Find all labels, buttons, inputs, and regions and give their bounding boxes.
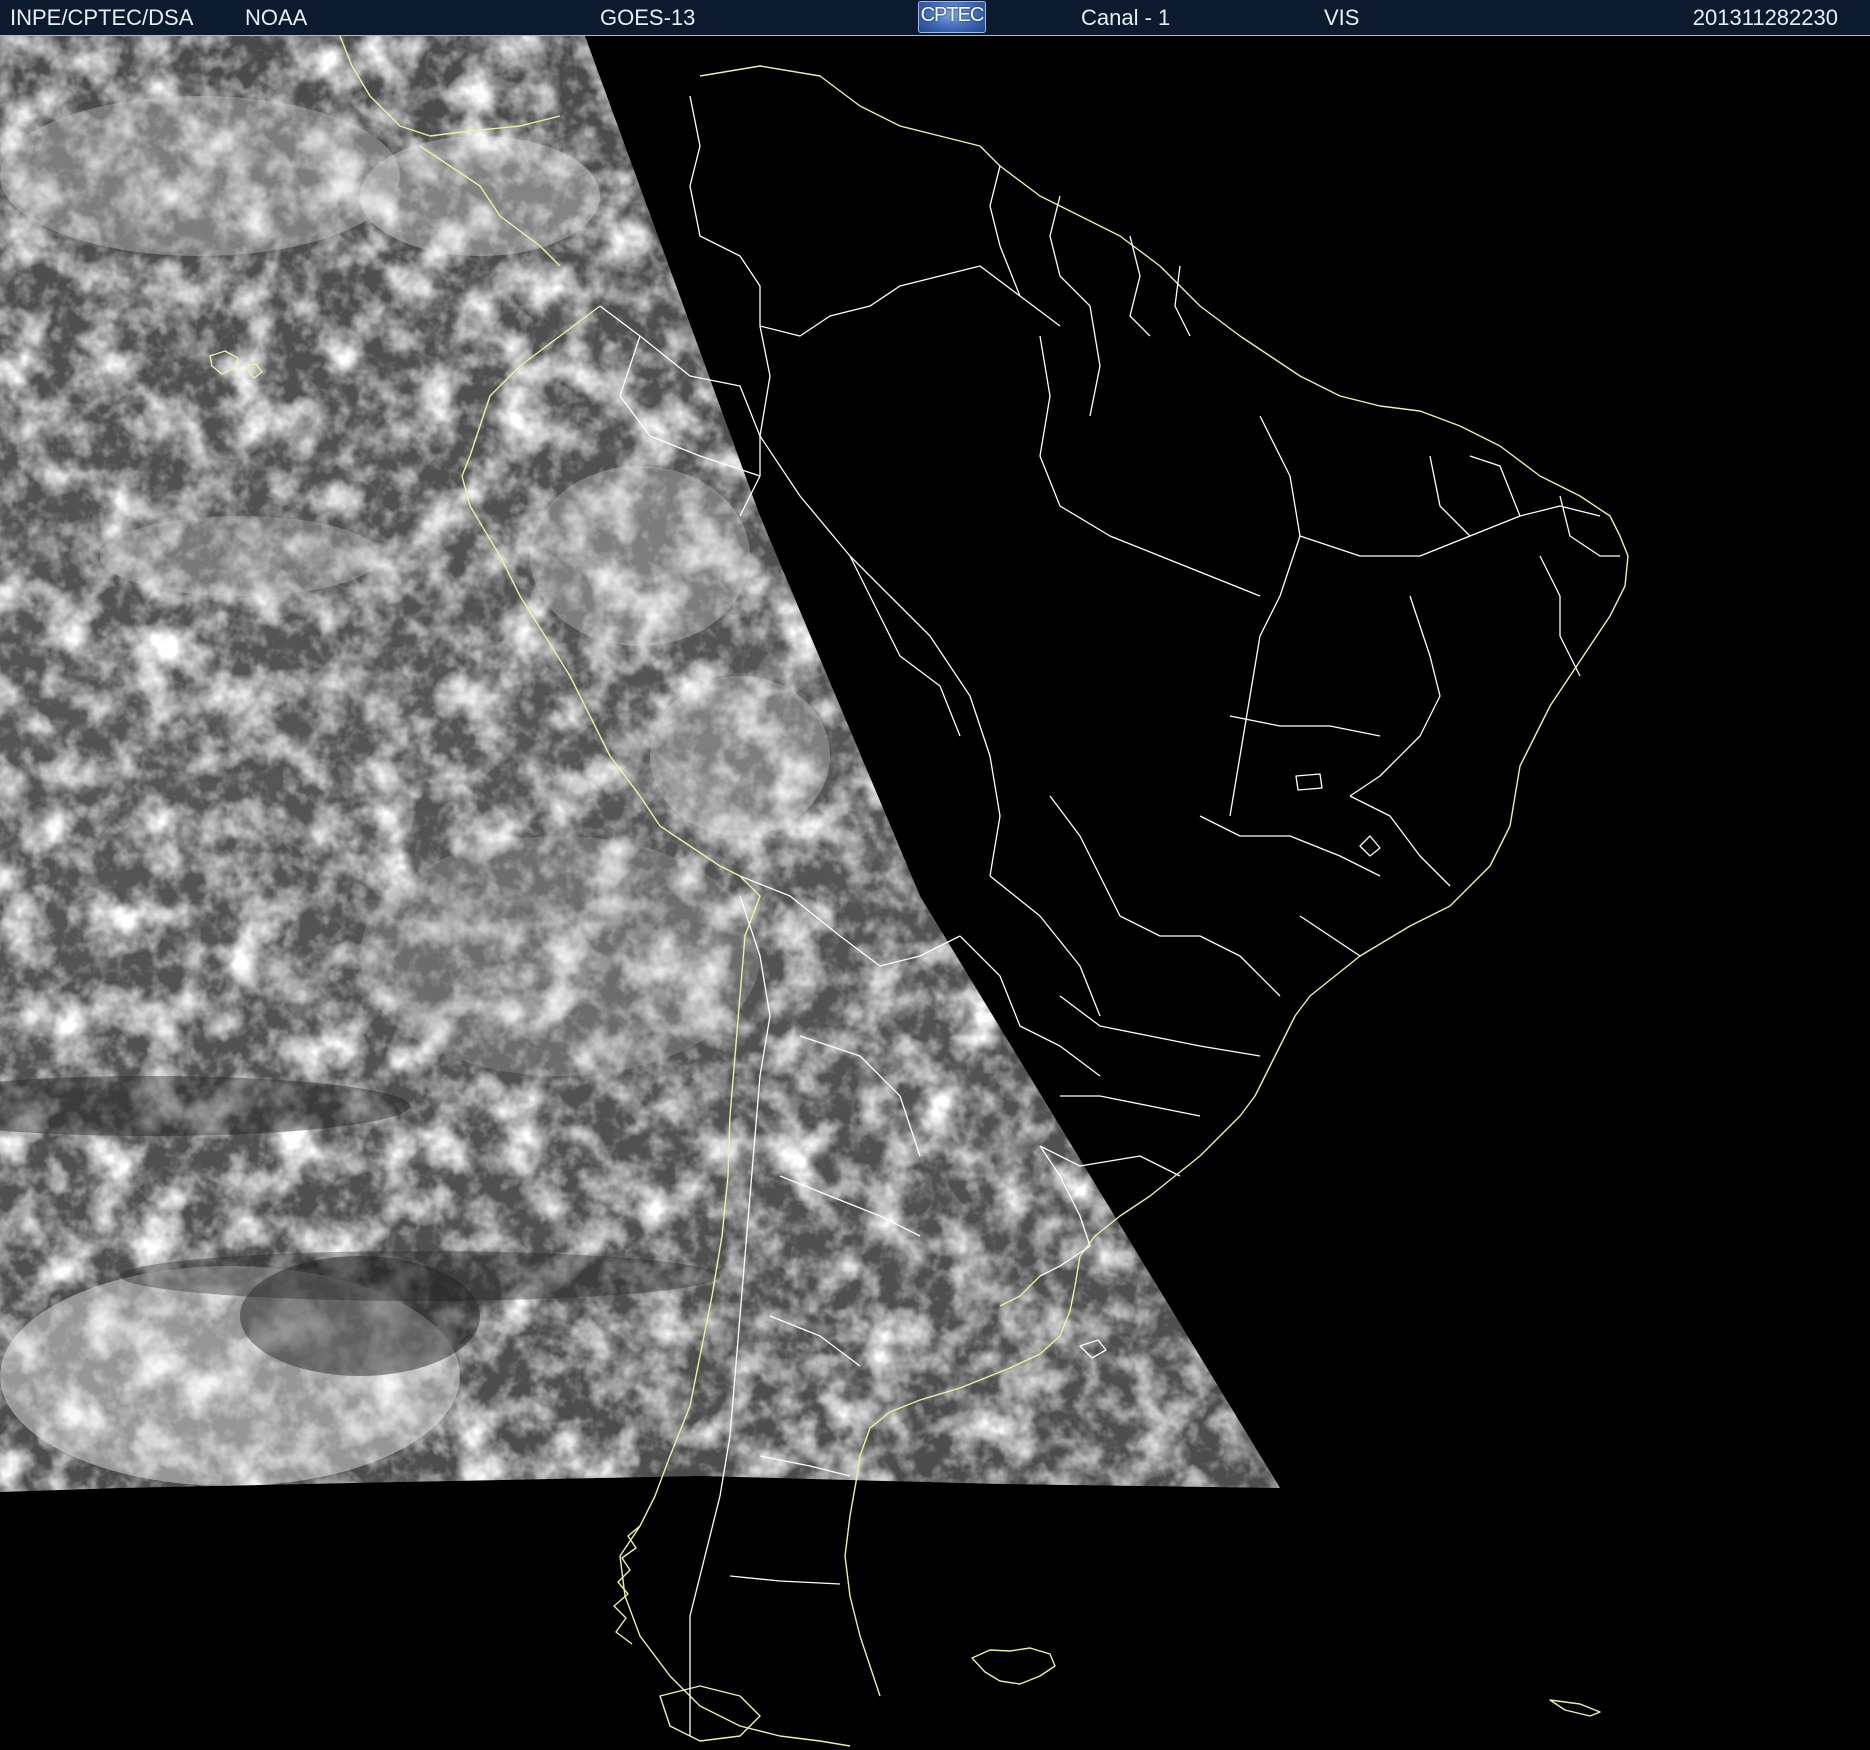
satellite-map [0, 36, 1870, 1750]
band-label: VIS [1324, 5, 1360, 30]
cptec-logo-text: CPTEC [920, 4, 985, 26]
map-canvas [0, 36, 1870, 1750]
satellite-label: GOES-13 [600, 5, 696, 30]
organization-label: INPE/CPTEC/DSA [10, 5, 194, 30]
timestamp-label: 201311282230 [1692, 5, 1838, 30]
title-bar: INPE/CPTEC/DSA NOAA GOES-13 CPTEC Canal … [0, 0, 1870, 36]
channel-label: Canal - 1 [1081, 5, 1171, 30]
agency-label: NOAA [245, 5, 308, 30]
cptec-logo: CPTEC [918, 1, 986, 33]
